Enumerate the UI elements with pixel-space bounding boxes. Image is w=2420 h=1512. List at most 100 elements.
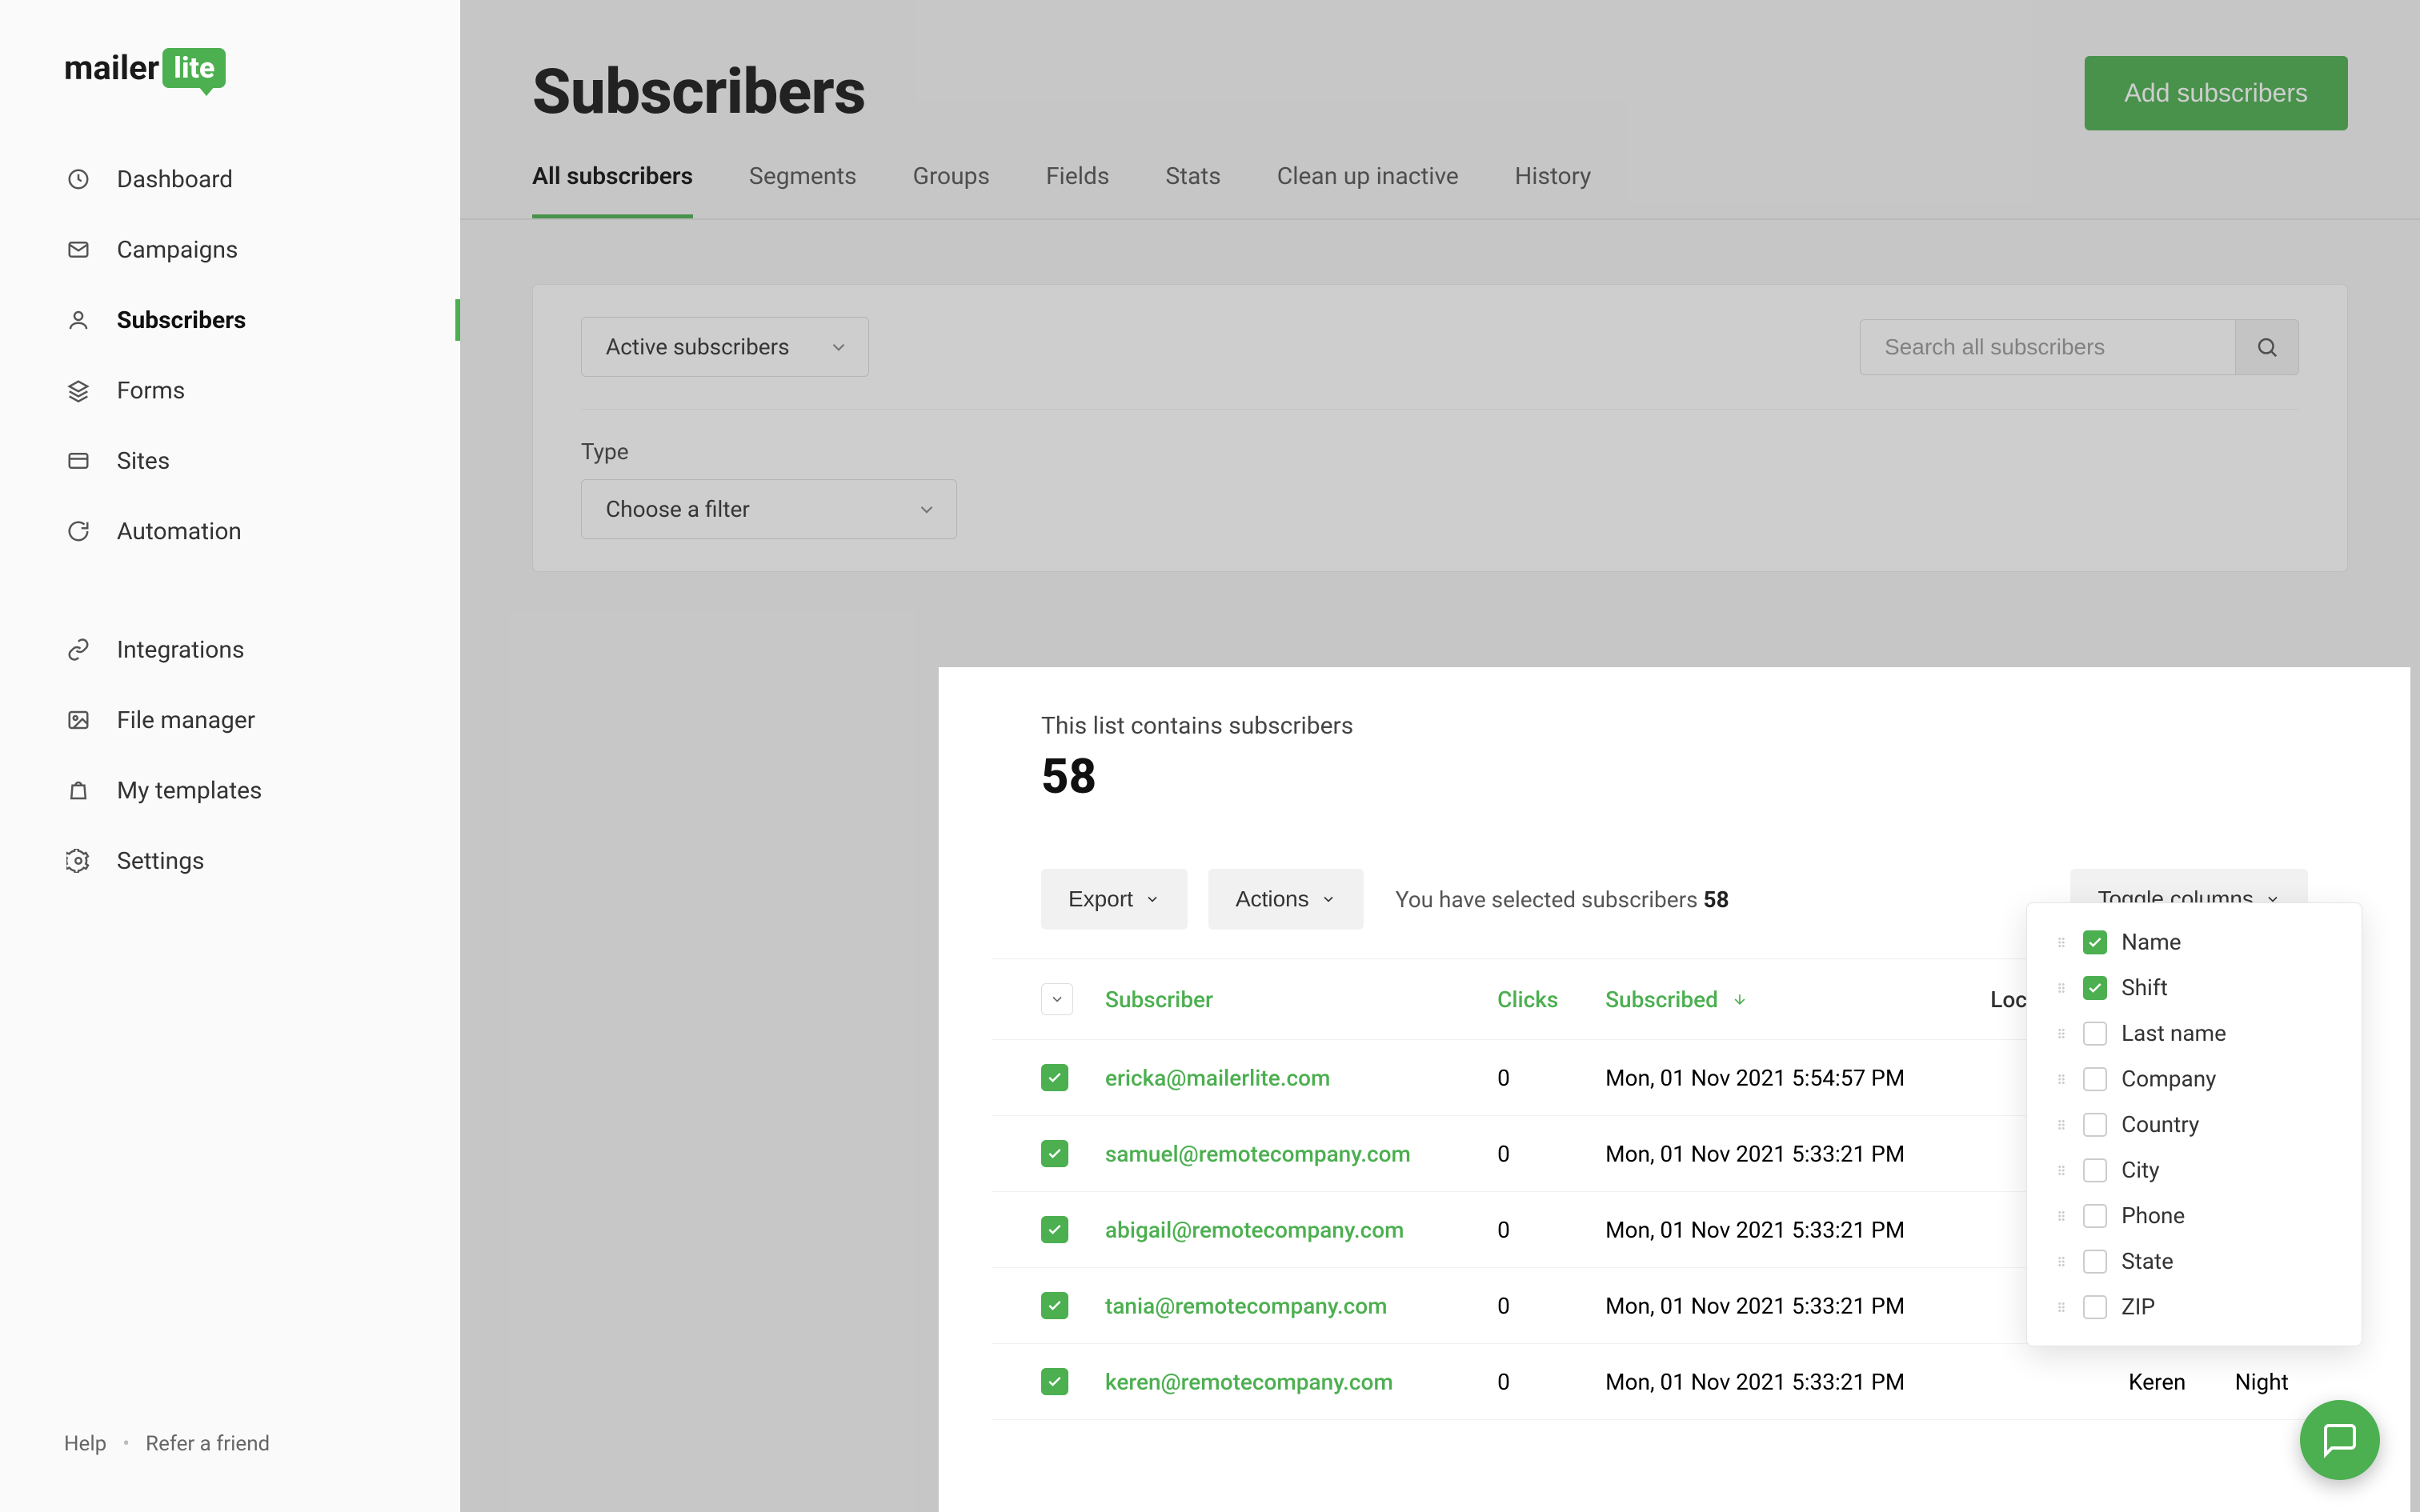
help-link[interactable]: Help — [64, 1432, 106, 1456]
col-clicks[interactable]: Clicks — [1481, 959, 1589, 1040]
page-title: Subscribers — [532, 56, 866, 129]
column-toggle-label: State — [2122, 1248, 2334, 1274]
col-subscribed[interactable]: Subscribed — [1589, 959, 1974, 1040]
logo[interactable]: mailer lite — [0, 48, 460, 144]
tab-stats[interactable]: Stats — [1165, 162, 1220, 218]
sidebar-item-settings[interactable]: Settings — [0, 826, 460, 896]
column-checkbox[interactable] — [2083, 1250, 2107, 1274]
sidebar-item-my-templates[interactable]: My templates — [0, 755, 460, 826]
sidebar-item-label: File manager — [117, 706, 255, 734]
drag-handle-icon[interactable] — [2054, 1160, 2069, 1181]
tabs: All subscribers Segments Groups Fields Stats… — [460, 130, 2420, 220]
subscriber-email[interactable]: tania@remotecompany.com — [1105, 1293, 1388, 1319]
column-toggle-city[interactable]: City — [2027, 1147, 2362, 1193]
column-toggle-zip[interactable]: ZIP — [2027, 1284, 2362, 1330]
cell-subscribed: Mon, 01 Nov 2021 5:33:21 PM — [1589, 1268, 1974, 1344]
tab-history[interactable]: History — [1515, 162, 1591, 218]
column-toggle-state[interactable]: State — [2027, 1238, 2362, 1284]
tab-all-subscribers[interactable]: All subscribers — [532, 162, 693, 218]
sidebar: mailer lite Dashboard Campaigns Subscriber… — [0, 0, 460, 1512]
column-checkbox[interactable] — [2083, 1022, 2107, 1046]
chat-bubble[interactable] — [2300, 1400, 2380, 1480]
subscriber-email[interactable]: ericka@mailerlite.com — [1105, 1065, 1330, 1091]
actions-button[interactable]: Actions — [1208, 869, 1364, 930]
search-input[interactable] — [1860, 319, 2236, 375]
select-all-expander[interactable] — [1041, 983, 1073, 1015]
column-checkbox[interactable] — [2083, 976, 2107, 1000]
sidebar-item-integrations[interactable]: Integrations — [0, 614, 460, 685]
column-checkbox[interactable] — [2083, 1158, 2107, 1182]
drag-handle-icon[interactable] — [2054, 978, 2069, 998]
column-checkbox[interactable] — [2083, 1067, 2107, 1091]
gear-icon — [64, 846, 93, 875]
drag-handle-icon[interactable] — [2054, 1114, 2069, 1135]
column-checkbox[interactable] — [2083, 1295, 2107, 1319]
sidebar-item-campaigns[interactable]: Campaigns — [0, 214, 460, 285]
layers-icon — [64, 376, 93, 405]
bag-icon — [64, 776, 93, 805]
column-toggle-shift[interactable]: Shift — [2027, 965, 2362, 1010]
drag-handle-icon[interactable] — [2054, 1069, 2069, 1090]
cell-clicks: 0 — [1481, 1116, 1589, 1192]
drag-handle-icon[interactable] — [2054, 1023, 2069, 1044]
column-toggle-phone[interactable]: Phone — [2027, 1193, 2362, 1238]
status-select[interactable]: Active subscribers — [581, 317, 869, 377]
cell-subscribed: Mon, 01 Nov 2021 5:33:21 PM — [1589, 1116, 1974, 1192]
toggle-columns-popover[interactable]: NameShift Last name CompanyCountry City Phon… — [2026, 902, 2362, 1346]
sidebar-item-label: Sites — [117, 447, 170, 475]
column-toggle-label: Last name — [2122, 1020, 2334, 1046]
drag-handle-icon[interactable] — [2054, 1297, 2069, 1318]
sidebar-item-label: Campaigns — [117, 236, 238, 264]
search-button[interactable] — [2236, 319, 2299, 375]
add-subscribers-button[interactable]: Add subscribers — [2085, 56, 2348, 130]
refresh-icon — [64, 517, 93, 546]
column-toggle-label: ZIP — [2122, 1294, 2334, 1320]
column-checkbox[interactable] — [2083, 1204, 2107, 1228]
row-checkbox[interactable] — [1041, 1216, 1068, 1243]
subscriber-email[interactable]: samuel@remotecompany.com — [1105, 1141, 1411, 1167]
column-toggle-label: Phone — [2122, 1202, 2334, 1229]
column-toggle-last-name[interactable]: Last name — [2027, 1010, 2362, 1056]
subscriber-email[interactable]: abigail@remotecompany.com — [1105, 1217, 1404, 1243]
row-checkbox[interactable] — [1041, 1140, 1068, 1167]
drag-handle-icon[interactable] — [2054, 932, 2069, 953]
export-label: Export — [1068, 886, 1133, 912]
column-toggle-label: City — [2122, 1157, 2334, 1183]
sidebar-item-file-manager[interactable]: File manager — [0, 685, 460, 755]
column-toggle-company[interactable]: Company — [2027, 1056, 2362, 1102]
card-icon — [64, 446, 93, 475]
export-button[interactable]: Export — [1041, 869, 1188, 930]
selection-text: You have selected subscribers 58 — [1396, 886, 1729, 913]
sidebar-item-dashboard[interactable]: Dashboard — [0, 144, 460, 214]
sidebar-item-forms[interactable]: Forms — [0, 355, 460, 426]
column-toggle-name[interactable]: Name — [2027, 919, 2362, 965]
sidebar-item-label: Automation — [117, 518, 242, 546]
row-checkbox[interactable] — [1041, 1064, 1068, 1091]
row-checkbox[interactable] — [1041, 1292, 1068, 1319]
column-checkbox[interactable] — [2083, 930, 2107, 954]
column-checkbox[interactable] — [2083, 1113, 2107, 1137]
sidebar-item-automation[interactable]: Automation — [0, 496, 460, 566]
sidebar-item-sites[interactable]: Sites — [0, 426, 460, 496]
drag-handle-icon[interactable] — [2054, 1206, 2069, 1226]
tab-clean-up-inactive[interactable]: Clean up inactive — [1277, 162, 1459, 218]
type-select[interactable]: Choose a filter — [581, 479, 957, 539]
refer-link[interactable]: Refer a friend — [146, 1432, 270, 1456]
sidebar-item-label: Forms — [117, 377, 185, 405]
clock-icon — [64, 165, 93, 194]
tab-fields[interactable]: Fields — [1046, 162, 1109, 218]
sidebar-item-label: Dashboard — [117, 166, 233, 194]
tab-segments[interactable]: Segments — [749, 162, 857, 218]
main-content: Subscribers Add subscribers All subscrib… — [460, 0, 2420, 1512]
subscriber-email[interactable]: keren@remotecompany.com — [1105, 1369, 1393, 1395]
sort-desc-icon — [1732, 991, 1748, 1007]
col-subscriber[interactable]: Subscriber — [1089, 959, 1481, 1040]
user-icon — [64, 306, 93, 334]
subscribers-table-card: This list contains subscribers 58 Export… — [992, 688, 2358, 1420]
tab-groups[interactable]: Groups — [913, 162, 990, 218]
drag-handle-icon[interactable] — [2054, 1251, 2069, 1272]
foreground-region: This list contains subscribers 58 Export… — [939, 667, 2410, 1512]
column-toggle-country[interactable]: Country — [2027, 1102, 2362, 1147]
sidebar-item-subscribers[interactable]: Subscribers — [0, 285, 460, 355]
row-checkbox[interactable] — [1041, 1368, 1068, 1395]
